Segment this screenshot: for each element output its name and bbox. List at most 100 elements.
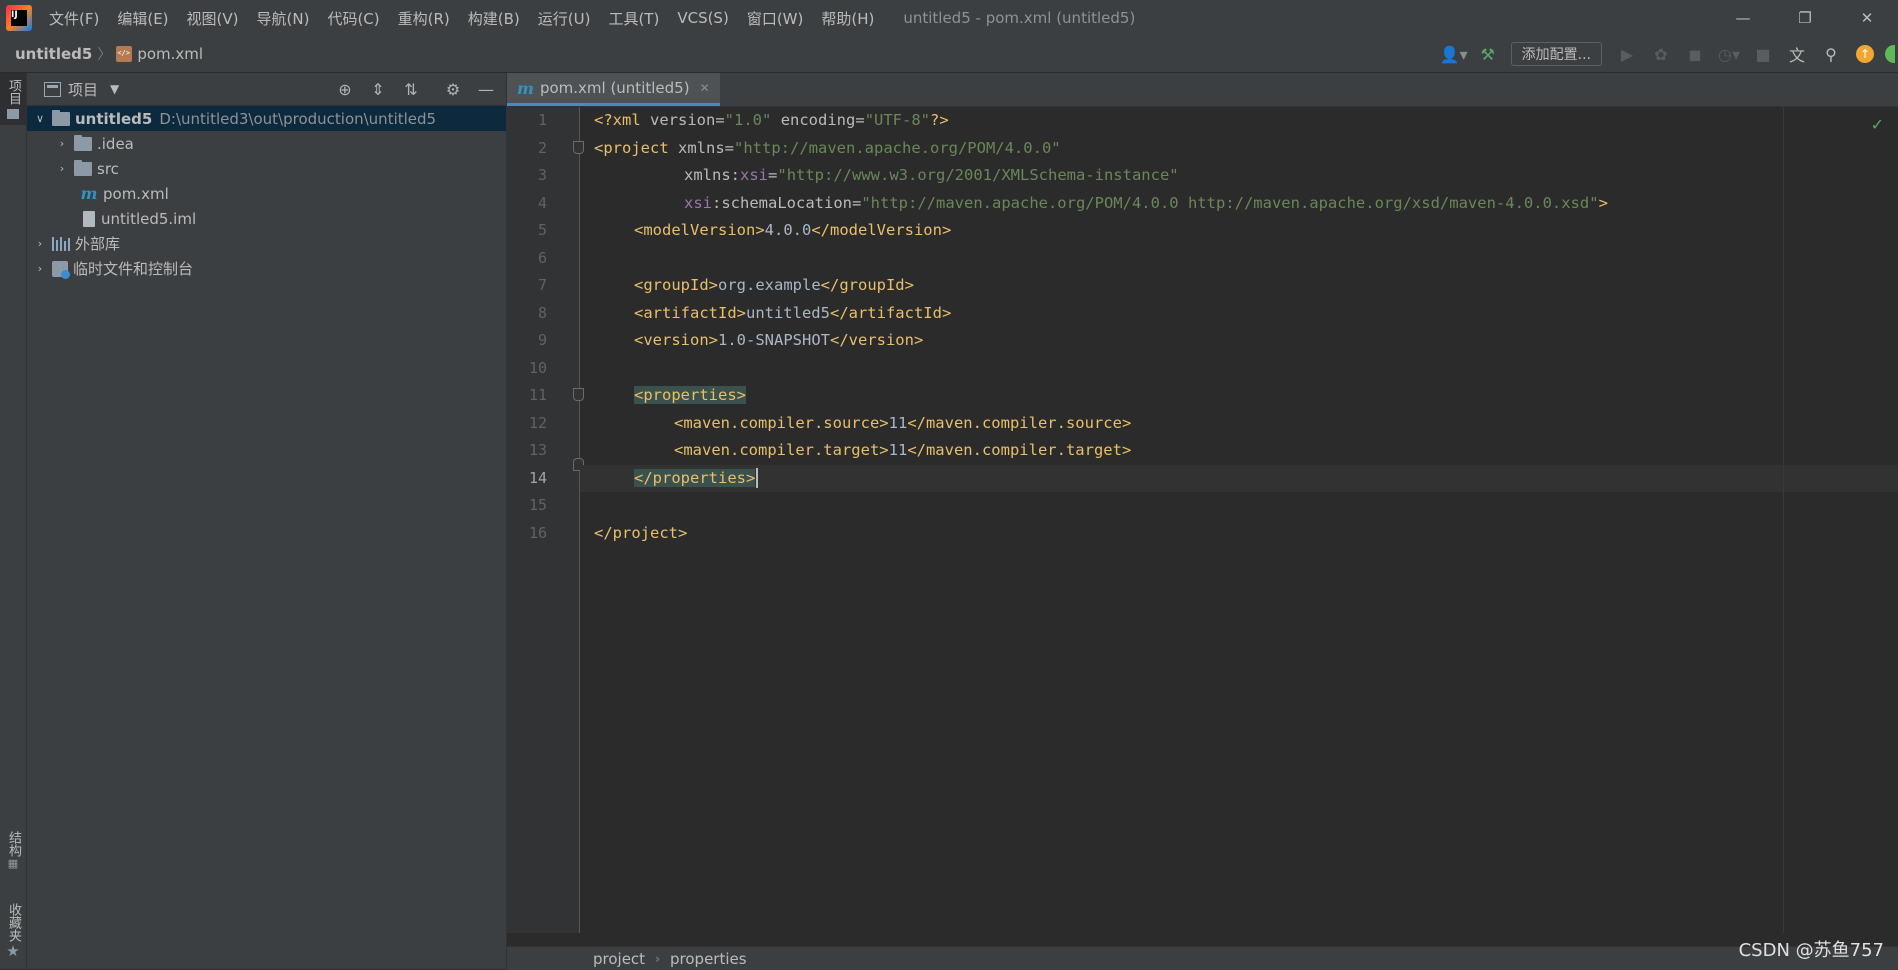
tab-pom-xml[interactable]: m pom.xml (untitled5) ✕ [507,73,720,106]
search-icon[interactable]: ⚲ [1817,40,1845,68]
intellij-logo-icon: IJ [6,5,32,31]
tool-window-project-button[interactable]: 项目 [0,73,26,125]
code-line-3: xmlns:xsi="http://www.w3.org/2001/XMLSch… [684,166,1179,184]
code-line-8: <artifactId>untitled5</artifactId> [634,303,952,322]
debug-icon[interactable]: ✿ [1647,40,1675,68]
code-line-7: <groupId>org.example</groupId> [634,276,914,294]
line-number: 7 [537,276,547,294]
menu-refactor[interactable]: 重构(R) [389,8,459,29]
line-number: 15 [528,496,547,514]
code-editor[interactable]: <?xml version="1.0" encoding="UTF-8"?> <… [580,107,1898,933]
tool-window-structure-button[interactable]: 结构 ▦ [0,831,26,870]
user-icon[interactable]: 👤▾ [1440,40,1468,68]
tool-window-structure-label: 结构 [6,831,21,857]
chevron-down-icon[interactable]: ∨ [33,112,47,125]
breadcrumb-file[interactable]: pom.xml [137,45,203,63]
close-icon[interactable]: ✕ [1836,0,1898,36]
settings-sync-icon[interactable] [1885,40,1895,68]
translate-icon[interactable]: 文 [1783,40,1811,68]
tree-item-idea[interactable]: › .idea [27,131,506,156]
line-number: 14 [528,468,547,487]
chevron-down-icon[interactable]: ▼ [110,82,119,96]
close-tab-icon[interactable]: ✕ [700,81,710,95]
maven-icon: m [80,184,98,203]
line-number: 11 [528,386,547,404]
tree-item-src[interactable]: › src [27,156,506,181]
gear-icon[interactable]: ⚙ [439,80,467,99]
menu-edit[interactable]: 编辑(E) [108,8,177,29]
code-line-14: </properties> [634,465,759,493]
breadcrumb-properties-tag[interactable]: properties [670,950,747,968]
menu-build[interactable]: 构建(B) [459,8,529,29]
watermark: CSDN @苏鱼757 [1738,940,1884,961]
stop-icon[interactable]: ■ [1749,40,1777,68]
folder-icon [74,134,92,151]
window-controls: — ❐ ✕ [1712,0,1898,36]
menu-tools[interactable]: 工具(T) [599,8,668,29]
project-panel-actions: ⊕ ⇕ ⇅ ⚙ — [326,73,500,105]
run-icon[interactable]: ▶ [1613,40,1641,68]
tree-item-external-libraries[interactable]: › 外部库 [27,231,506,256]
collapse-all-icon[interactable]: ⇅ [397,80,425,99]
menu-view[interactable]: 视图(V) [178,8,248,29]
tree-item-label: untitled5 [75,109,153,128]
tree-item-scratches[interactable]: › 临时文件和控制台 [27,256,506,281]
line-number: 13 [528,441,547,459]
chevron-right-icon[interactable]: › [33,262,47,275]
profile-icon[interactable]: ◷▾ [1715,40,1743,68]
editor-gutter[interactable]: 1 2 3 4 5 6 7 8 9 10 11 12 13 14 15 16 [507,107,584,933]
code-line-5: <modelVersion>4.0.0</modelVersion> [634,221,952,239]
scratch-console-icon [52,260,70,279]
line-number: 1 [537,111,547,129]
tool-window-favorites-button[interactable]: 收藏夹 ★ [0,903,26,960]
expand-all-icon[interactable]: ⇕ [364,80,392,99]
locate-file-icon[interactable]: ⊕ [331,80,359,99]
add-configuration-button[interactable]: 添加配置... [1510,42,1602,66]
inspection-ok-icon[interactable]: ✓ [1871,115,1884,134]
chevron-right-icon[interactable]: › [33,237,47,250]
code-line-9: <version>1.0-SNAPSHOT</version> [634,331,924,349]
tree-item-label: .idea [97,134,134,153]
tree-item-pom[interactable]: m pom.xml [27,181,506,206]
tree-item-project-root[interactable]: ∨ untitled5 D:\untitled3\out\production\… [27,106,506,131]
tool-window-favorites-label: 收藏夹 [6,903,21,942]
line-number: 2 [537,138,547,157]
line-number: 10 [528,358,547,377]
editor-breadcrumbs: project › properties [507,946,1898,970]
menu-window[interactable]: 窗口(W) [738,8,813,29]
editor: m pom.xml (untitled5) ✕ 1 2 3 4 5 6 7 8 9 10 11 12 1… [507,73,1898,969]
menu-help[interactable]: 帮助(H) [812,8,883,29]
project-tree: ∨ untitled5 D:\untitled3\out\production\… [27,106,506,281]
line-number: 8 [537,303,547,322]
code-line-1: <?xml version="1.0" encoding="UTF-8"?> [594,111,949,129]
star-icon: ★ [6,942,20,960]
folder-icon [7,109,19,119]
menu-navigate[interactable]: 导航(N) [248,8,319,29]
coverage-icon[interactable]: ◼ [1681,40,1709,68]
minimize-icon[interactable]: — [1712,0,1774,36]
tool-window-project-label: 项目 [6,79,21,105]
update-icon[interactable]: ↑ [1851,40,1879,68]
chevron-right-icon[interactable]: › [55,162,69,175]
menu-file[interactable]: 文件(F) [40,8,108,29]
line-number: 6 [537,248,547,267]
maven-icon: m [517,78,534,98]
xml-file-icon [116,46,133,62]
library-icon [52,236,70,251]
build-hammer-icon[interactable]: ⚒ [1474,40,1502,68]
editor-tab-bar: m pom.xml (untitled5) ✕ [507,73,1898,107]
hide-panel-icon[interactable]: — [472,80,500,99]
restore-icon[interactable]: ❐ [1774,0,1836,36]
tree-item-label: untitled5.iml [101,209,197,228]
breadcrumb-project[interactable]: untitled5 [15,45,92,63]
tree-item-iml[interactable]: untitled5.iml [27,206,506,231]
structure-icon: ▦ [7,857,19,870]
menu-run[interactable]: 运行(U) [529,8,600,29]
module-folder-icon [52,109,70,126]
breadcrumb-project-tag[interactable]: project [593,950,645,968]
menu-vcs[interactable]: VCS(S) [668,9,737,27]
project-panel-title[interactable]: 项目 [68,79,98,100]
code-line-13: <maven.compiler.target>11</maven.compile… [674,441,1132,459]
chevron-right-icon[interactable]: › [55,137,69,150]
menu-code[interactable]: 代码(C) [318,8,388,29]
